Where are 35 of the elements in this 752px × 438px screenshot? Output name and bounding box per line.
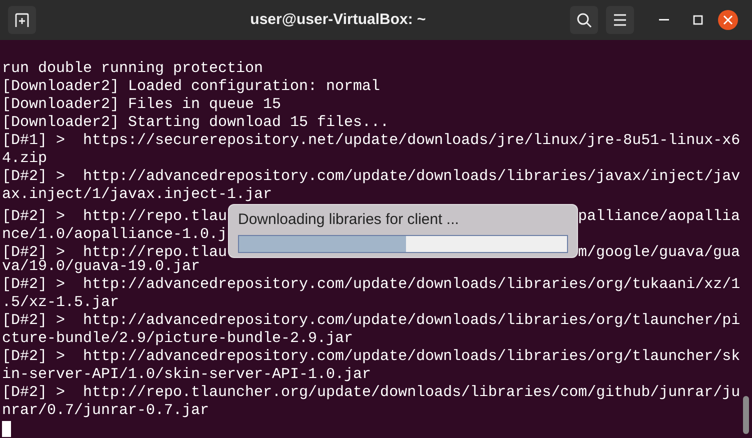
terminal-text: m/google/guava/gua bbox=[578, 244, 740, 261]
terminal-line: [D#2] > http://advancedrepository.com/update/downloads/libraries/org/tlauncher/pi bbox=[2, 312, 740, 330]
terminal-line: [D#2] > http://advancedrepository.com/update/downloads/libraries/javax/inject/jav bbox=[2, 168, 740, 186]
terminal-line: va/19.0/guava-19.0.jar bbox=[2, 258, 200, 276]
terminal-line: .5/xz-1.5.jar bbox=[2, 294, 120, 312]
dialog-message: Downloading libraries for client ... bbox=[238, 210, 459, 230]
window-title: user@user-VirtualBox: ~ bbox=[249, 10, 427, 30]
terminal-line: [D#1] > https://securerepository.net/update/downloads/jre/linux/jre-8u51-linux-x6 bbox=[2, 132, 740, 150]
scrollbar-thumb[interactable] bbox=[743, 396, 749, 434]
menu-icon bbox=[613, 14, 627, 26]
terminal-text: nce/1.0/aopalliance-1.0.j bbox=[2, 226, 228, 243]
terminal-line: ax.inject/1/javax.inject-1.jar bbox=[2, 186, 272, 204]
minimize-icon bbox=[659, 19, 669, 21]
new-tab-button[interactable] bbox=[8, 6, 36, 34]
terminal-line: run double running protection bbox=[2, 60, 264, 78]
cursor bbox=[2, 421, 11, 437]
terminal-line: cture-bundle/2.9/picture-bundle-2.9.jar bbox=[2, 330, 354, 348]
terminal-text: palliance/aopallia bbox=[578, 208, 740, 225]
terminal-line: [D#2] > http://advancedrepository.com/update/downloads/libraries/org/tlauncher/sk bbox=[2, 348, 740, 366]
terminal-line: [Downloader2] Loaded configuration: normal bbox=[2, 78, 380, 96]
close-button[interactable] bbox=[718, 10, 738, 30]
new-tab-icon bbox=[14, 12, 30, 28]
terminal-line: 4.zip bbox=[2, 150, 48, 168]
search-button[interactable] bbox=[570, 6, 598, 34]
terminal-line: [Downloader2] Files in queue 15 bbox=[2, 96, 282, 114]
menu-button[interactable] bbox=[606, 6, 634, 34]
terminal-line: [Downloader2] Starting download 15 files... bbox=[2, 114, 390, 132]
close-icon bbox=[723, 15, 733, 25]
search-icon bbox=[576, 12, 592, 28]
terminal-line: [D#2] > http://advancedrepository.com/update/downloads/libraries/org/tukaani/xz/1 bbox=[2, 276, 740, 294]
maximize-icon bbox=[693, 15, 703, 25]
terminal-line: nrar/0.7/junrar-0.7.jar bbox=[2, 402, 210, 420]
terminal-line: [D#2] > http://repo.tlauncher.org/update/downloads/libraries/com/github/junrar/ju bbox=[2, 384, 740, 402]
terminal-line: in-server-API/1.0/skin-server-API-1.0.jar bbox=[2, 366, 372, 384]
terminal-text: [D#2] > http://repo.tlau bbox=[2, 208, 228, 225]
